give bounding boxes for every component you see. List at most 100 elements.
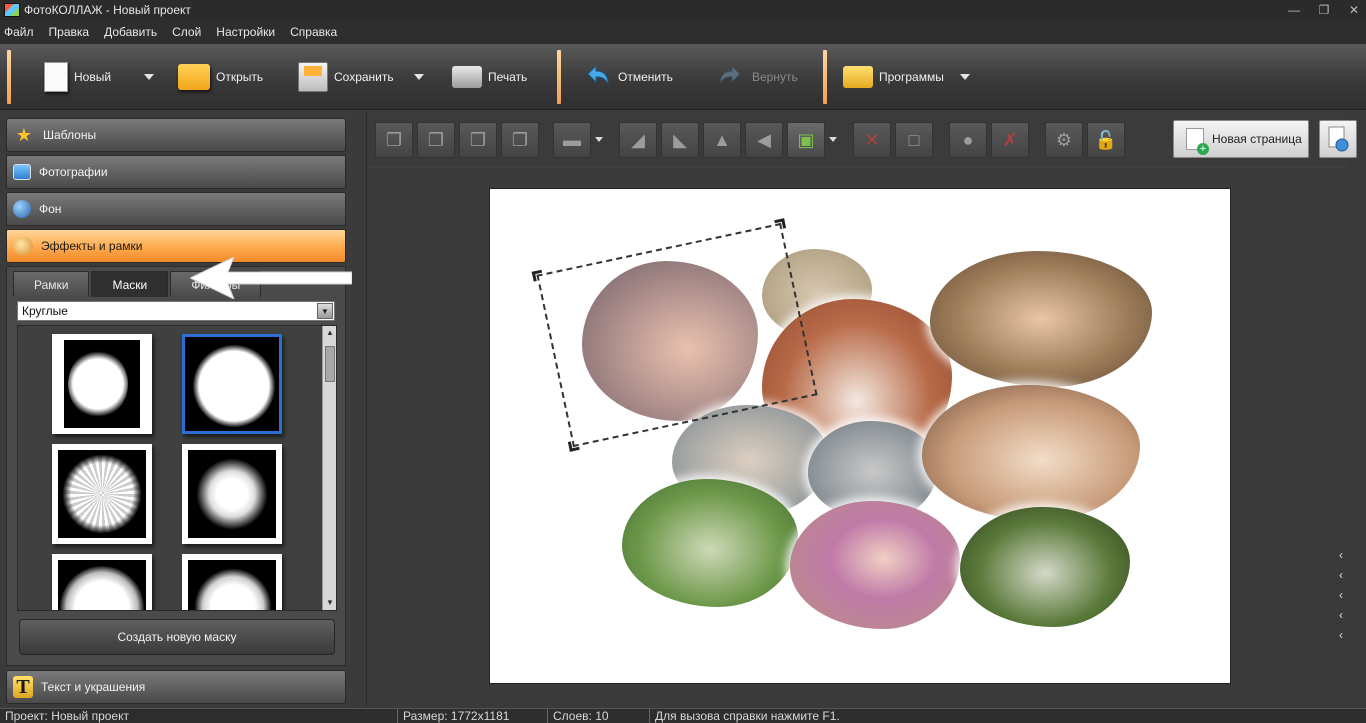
create-mask-button[interactable]: Создать новую маску (19, 619, 335, 655)
window-title: ФотоКОЛЛАЖ - Новый проект (24, 3, 191, 17)
bring-to-front-icon[interactable]: ❐ (375, 122, 413, 158)
programs-button[interactable]: Программы (843, 54, 944, 100)
new-dropdown-caret-icon[interactable] (144, 74, 154, 80)
mask-category-select[interactable]: Круглые ▼ (17, 301, 335, 321)
send-backward-icon[interactable]: ❐ (459, 122, 497, 158)
flip-horizontal-icon[interactable]: ▲ (703, 122, 741, 158)
sidebar-item-text[interactable]: T Текст и украшения (6, 670, 346, 704)
mask-thumbnail[interactable] (52, 444, 152, 544)
side-collapse-arrows: ‹ ‹ ‹ ‹ ‹ (1339, 548, 1343, 642)
chevron-left-icon[interactable]: ‹ (1339, 588, 1343, 602)
redo-button-label: Вернуть (752, 70, 798, 84)
mask-thumbnail[interactable] (52, 334, 152, 434)
save-dropdown-caret-icon[interactable] (414, 74, 424, 80)
rotate-left-icon[interactable]: ◢ (619, 122, 657, 158)
minimize-icon[interactable]: — (1288, 3, 1300, 17)
background-fill-icon[interactable]: ▣ (787, 122, 837, 158)
programs-button-label: Программы (879, 70, 944, 84)
mask-thumbnail[interactable] (182, 444, 282, 544)
crop-icon[interactable]: □ (895, 122, 933, 158)
resize-handle[interactable] (774, 218, 787, 231)
menu-settings[interactable]: Настройки (216, 25, 275, 39)
sidebar-item-label: Текст и украшения (41, 680, 146, 694)
new-button[interactable]: Новый (40, 54, 111, 100)
new-page-icon (1186, 128, 1209, 155)
effects-icon[interactable]: ● (949, 122, 987, 158)
chevron-left-icon[interactable]: ‹ (1339, 608, 1343, 622)
mask-thumbnail-selected[interactable] (182, 334, 282, 434)
workspace: ❐ ❐ ❐ ❐ ▬ ◢ ◣ ▲ ◀ ▣ ✕ □ ● ✗ ⚙ 🔓 Новая ст… (366, 112, 1357, 706)
collage-photo[interactable] (790, 501, 960, 629)
lock-icon[interactable]: 🔓 (1087, 122, 1125, 158)
send-to-back-icon[interactable]: ❐ (501, 122, 539, 158)
text-icon: T (13, 676, 33, 698)
sidebar-item-photos[interactable]: Фотографии (6, 155, 346, 189)
sidebar-item-templates[interactable]: ★ Шаблоны (6, 118, 346, 152)
collage-page[interactable] (489, 188, 1231, 684)
collage-photo[interactable] (930, 251, 1152, 387)
menu-edit[interactable]: Правка (49, 25, 90, 39)
toolbar-separator (7, 50, 11, 104)
canvas-area: ‹ ‹ ‹ ‹ ‹ (367, 168, 1347, 706)
sidebar-item-background[interactable]: Фон (6, 192, 346, 226)
new-page-label: Новая страница (1212, 132, 1302, 146)
chevron-left-icon[interactable]: ‹ (1339, 548, 1343, 562)
restore-icon[interactable]: ❐ (1318, 3, 1330, 17)
left-panel: ★ Шаблоны Фотографии Фон Эффекты и рамки… (0, 112, 352, 706)
menu-help[interactable]: Справка (290, 25, 337, 39)
menu-file[interactable]: Файл (4, 25, 34, 39)
collage-photo[interactable] (922, 385, 1140, 521)
title-bar: ФотоКОЛЛАЖ - Новый проект — ❐ ✕ (0, 0, 1366, 20)
status-help: Для вызова справки нажмите F1. (655, 709, 840, 723)
status-bar: Проект: Новый проект Размер: 1772x1181 С… (0, 708, 1366, 723)
rotate-right-icon[interactable]: ◣ (661, 122, 699, 158)
bring-forward-icon[interactable]: ❐ (417, 122, 455, 158)
sidebar-item-label: Фотографии (39, 165, 108, 179)
page-settings-icon (1328, 126, 1349, 152)
undo-button[interactable]: Отменить (582, 54, 673, 100)
toolbar-separator (557, 50, 561, 104)
programs-dropdown-caret-icon[interactable] (960, 74, 970, 80)
main-toolbar: Новый Открыть Сохранить Печать Отменить … (0, 44, 1366, 110)
tab-masks[interactable]: Маски (91, 271, 169, 297)
align-icon[interactable]: ▬ (553, 122, 603, 158)
menu-layer[interactable]: Слой (172, 25, 201, 39)
redo-arrow-icon (716, 62, 746, 92)
resize-handle[interactable] (567, 439, 580, 452)
flip-vertical-icon[interactable]: ◀ (745, 122, 783, 158)
app-logo-icon (4, 3, 20, 17)
mask-grid: ▲ ▼ (17, 325, 337, 611)
collage-photo[interactable] (622, 479, 798, 607)
programs-box-icon (843, 66, 873, 88)
new-button-label: Новый (74, 70, 112, 84)
new-page-button[interactable]: Новая страница (1173, 120, 1309, 158)
save-button[interactable]: Сохранить (298, 54, 394, 100)
close-icon[interactable]: ✕ (1348, 3, 1360, 17)
mask-thumbnail[interactable] (182, 554, 282, 610)
effects-subpanel: Рамки Маски Фильтры Круглые ▼ (6, 266, 346, 666)
delete-icon[interactable]: ✕ (853, 122, 891, 158)
undo-arrow-icon (582, 62, 612, 92)
save-icon (298, 62, 328, 92)
star-icon: ★ (15, 124, 33, 145)
gear-icon[interactable]: ⚙ (1045, 122, 1083, 158)
chevron-left-icon[interactable]: ‹ (1339, 568, 1343, 582)
scroll-down-icon[interactable]: ▼ (325, 598, 335, 608)
open-button[interactable]: Открыть (178, 54, 263, 100)
menu-add[interactable]: Добавить (104, 25, 157, 39)
redo-button[interactable]: Вернуть (716, 54, 798, 100)
print-button[interactable]: Печать (452, 54, 527, 100)
mask-grid-scrollbar[interactable]: ▲ ▼ (322, 326, 336, 610)
scroll-up-icon[interactable]: ▲ (325, 328, 335, 338)
collage-photo[interactable] (960, 507, 1130, 627)
tab-frames[interactable]: Рамки (13, 271, 90, 297)
mask-thumbnail[interactable] (52, 554, 152, 610)
clear-icon[interactable]: ✗ (991, 122, 1029, 158)
palette-icon (13, 237, 33, 255)
scrollbar-thumb[interactable] (325, 346, 335, 382)
chevron-left-icon[interactable]: ‹ (1339, 628, 1343, 642)
chevron-down-icon[interactable]: ▼ (317, 303, 333, 319)
resize-handle[interactable] (531, 269, 544, 282)
page-settings-button[interactable] (1319, 120, 1357, 158)
status-layers: Слоев: 10 (548, 708, 650, 723)
